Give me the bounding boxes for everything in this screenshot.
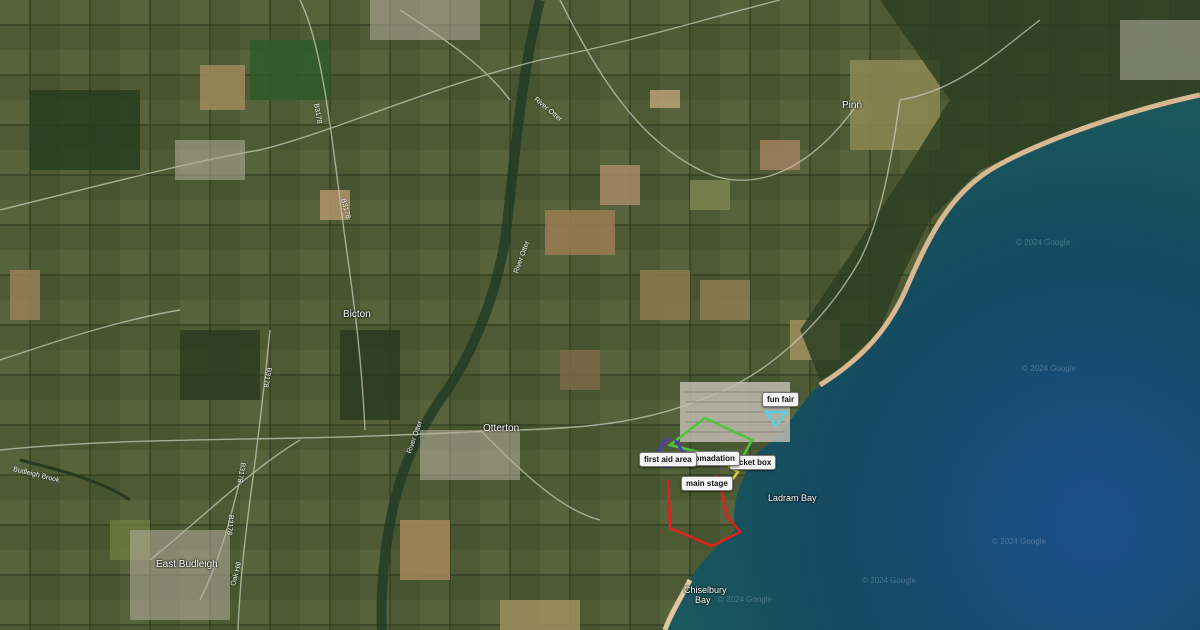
google-watermark: © 2024 Google [1016,238,1070,247]
label-east-budleigh: East Budleigh [156,559,218,570]
google-watermark: © 2024 Google [862,576,916,585]
google-watermark: © 2024 Google [1022,364,1076,373]
label-chiselbury: Chiselbury [684,585,727,595]
fun-fair-pin-icon[interactable] [763,410,789,429]
label-bicton: Bicton [343,309,371,320]
satellite-map[interactable]: Pinn Bicton Otterton East Budleigh Ladra… [0,0,1200,630]
label-ladram-bay: Ladram Bay [768,493,817,503]
google-watermark: © 2024 Google [718,595,772,604]
google-watermark: © 2024 Google [992,537,1046,546]
main-stage-label[interactable]: main stage [681,476,733,491]
label-bay: Bay [695,595,711,605]
label-pinn: Pinn [842,100,863,111]
fun-fair-label[interactable]: fun fair [762,392,800,407]
label-otterton: Otterton [483,423,520,434]
event-overlays [656,410,789,548]
first-aid-area-label[interactable]: first aid area [639,452,697,467]
